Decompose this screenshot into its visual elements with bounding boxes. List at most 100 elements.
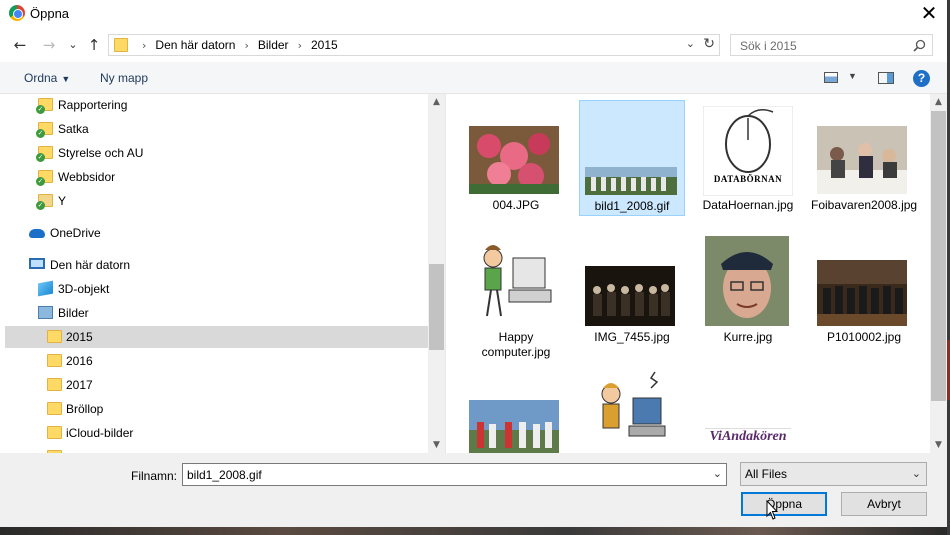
filename-value: bild1_2008.gif bbox=[187, 468, 262, 482]
scrollbar-thumb[interactable] bbox=[429, 264, 444, 350]
photo-thumbnail-roses bbox=[469, 126, 559, 194]
search-input[interactable]: Sök i 2015 bbox=[730, 34, 933, 56]
sidebar-item-label: Webbsidor bbox=[58, 170, 116, 184]
organize-button[interactable]: Ordna ▼ bbox=[24, 71, 70, 85]
thumbnail-text: ViAndakören bbox=[709, 429, 787, 444]
file-name: bild1_2008.gif bbox=[594, 199, 670, 213]
file-type-select[interactable]: All Files ⌄ bbox=[740, 462, 927, 486]
file-item-selected[interactable]: bild1_2008.gif bbox=[579, 100, 685, 216]
computer-icon bbox=[29, 258, 45, 269]
sidebar-item-2015[interactable]: 2015 bbox=[5, 326, 429, 348]
sidebar-item-3d-objekt[interactable]: 3D-objekt bbox=[5, 278, 429, 300]
scrollbar-thumb[interactable] bbox=[931, 111, 946, 401]
back-arrow-icon[interactable]: ← bbox=[11, 36, 29, 54]
sidebar-item-bilder[interactable]: Bilder bbox=[5, 302, 429, 324]
sidebar-item-webbsidor[interactable]: Webbsidor bbox=[5, 166, 429, 188]
breadcrumb-separator: › bbox=[142, 38, 147, 52]
preview-pane-icon[interactable] bbox=[878, 72, 894, 84]
sidebar-item-y[interactable]: Y bbox=[5, 190, 429, 212]
navigation-pane[interactable]: Rapportering Satka Styrelse och AU Webbs… bbox=[5, 94, 445, 453]
sidebar-item-styrelse-och-au[interactable]: Styrelse och AU bbox=[5, 142, 429, 164]
chevron-down-icon[interactable]: ⌄ bbox=[713, 467, 722, 480]
photo-thumbnail-portrait bbox=[705, 236, 789, 326]
open-button[interactable]: Öppna bbox=[741, 492, 827, 516]
file-item[interactable]: IMG_7455.jpg bbox=[579, 232, 685, 344]
sidebar-item-icloud-bilder[interactable]: iCloud-bilder bbox=[5, 422, 429, 444]
close-button[interactable]: ✕ bbox=[916, 2, 942, 24]
logo-thumbnail: ViAndakören bbox=[705, 428, 791, 453]
sidebar-item-den-har-datorn[interactable]: Den här datorn bbox=[5, 254, 429, 276]
file-item[interactable]: 004.JPG bbox=[463, 100, 569, 212]
sidebar-item-label: OneDrive bbox=[50, 226, 101, 240]
scroll-up-icon[interactable]: ▲ bbox=[428, 94, 445, 110]
caret-down-icon[interactable]: ▼ bbox=[848, 71, 857, 81]
pictures-icon bbox=[38, 306, 53, 319]
sidebar-item-rapportering[interactable]: Rapportering bbox=[5, 94, 429, 116]
scroll-up-icon[interactable]: ▲ bbox=[930, 94, 947, 110]
caret-down-icon: ▼ bbox=[61, 74, 71, 84]
scroll-down-icon[interactable]: ▼ bbox=[428, 437, 445, 453]
folder-icon bbox=[47, 426, 62, 439]
recent-locations-chevron-icon[interactable]: ⌄ bbox=[64, 36, 82, 54]
file-grid-scrollbar[interactable]: ▲ ▼ bbox=[930, 94, 947, 453]
sidebar-item-label: Satka bbox=[58, 122, 89, 136]
onedrive-icon bbox=[29, 229, 45, 238]
filename-input[interactable]: bild1_2008.gif ⌄ bbox=[182, 463, 727, 486]
sidebar-item-2017[interactable]: 2017 bbox=[5, 374, 429, 396]
breadcrumb-bilder[interactable]: Bilder bbox=[258, 38, 289, 52]
sidebar-item-onedrive[interactable]: OneDrive bbox=[5, 222, 429, 244]
thumbnail-text: DATABÖRNAN bbox=[713, 174, 783, 184]
sidebar-item-2016[interactable]: 2016 bbox=[5, 350, 429, 372]
file-name: IMG_7455.jpg bbox=[594, 330, 670, 344]
file-item[interactable] bbox=[579, 364, 685, 453]
file-item[interactable]: Kurre.jpg bbox=[695, 232, 801, 344]
search-placeholder: Sök i 2015 bbox=[740, 39, 797, 53]
file-item[interactable]: Foibavaren2008.jpg bbox=[811, 100, 917, 228]
chevron-down-icon[interactable]: ⌄ bbox=[686, 37, 695, 50]
file-name: Kurre.jpg bbox=[723, 330, 773, 344]
view-options-icon[interactable] bbox=[824, 72, 838, 83]
title-bar: Öppna ✕ bbox=[0, 0, 950, 28]
folder-sync-icon bbox=[36, 122, 53, 138]
filename-label: Filnamn: bbox=[131, 469, 178, 483]
breadcrumb-2015[interactable]: 2015 bbox=[311, 38, 338, 52]
breadcrumb-separator: › bbox=[244, 38, 249, 52]
photo-thumbnail-group bbox=[585, 167, 677, 195]
chrome-icon bbox=[9, 5, 25, 21]
chevron-down-icon[interactable]: ⌄ bbox=[912, 467, 921, 480]
file-name: DataHoernan.jpg bbox=[702, 198, 794, 212]
sidebar-item-label: 2017 bbox=[66, 378, 93, 392]
cartoon-thumbnail-frustrated bbox=[589, 368, 671, 453]
sidebar-item-label: iCloud-bilder bbox=[66, 426, 134, 440]
sidebar-item-satka[interactable]: Satka bbox=[5, 118, 429, 140]
cancel-button[interactable]: Avbryt bbox=[841, 492, 927, 516]
navigation-scrollbar[interactable]: ▲ ▼ bbox=[428, 94, 445, 453]
photo-thumbnail-choir bbox=[585, 266, 675, 326]
organize-label: Ordna bbox=[24, 71, 58, 85]
file-grid[interactable]: 004.JPG bild1_2008.gif DATABÖRNAN DataHo… bbox=[446, 94, 930, 453]
file-item[interactable] bbox=[463, 364, 569, 453]
address-bar[interactable]: › Den här datorn › Bilder › 2015 ⌄ ↻ bbox=[108, 34, 720, 56]
sidebar-item-partial[interactable] bbox=[5, 446, 429, 453]
folder-sync-icon bbox=[36, 170, 53, 186]
breadcrumb-den-har-datorn[interactable]: Den här datorn bbox=[155, 38, 235, 52]
scroll-down-icon[interactable]: ▼ bbox=[930, 437, 947, 453]
file-item[interactable]: P1010002.jpg bbox=[811, 232, 917, 344]
file-item[interactable]: DATABÖRNAN DataHoernan.jpg bbox=[695, 100, 801, 212]
file-item[interactable]: ViAndakören bbox=[695, 364, 801, 453]
cartoon-thumbnail-computer bbox=[469, 236, 559, 326]
breadcrumb-separator: › bbox=[297, 38, 302, 52]
help-icon[interactable]: ? bbox=[913, 70, 930, 87]
sidebar-item-brollop[interactable]: Bröllop bbox=[5, 398, 429, 420]
file-item[interactable]: Happy computer.jpg bbox=[463, 232, 569, 360]
sidebar-item-label: Y bbox=[58, 194, 67, 208]
file-name: Foibavaren2008.jpg bbox=[811, 198, 918, 212]
forward-arrow-icon[interactable]: → bbox=[40, 36, 58, 54]
new-folder-button[interactable]: Ny mapp bbox=[100, 71, 148, 85]
refresh-icon[interactable]: ↻ bbox=[703, 36, 715, 52]
folder-sync-icon bbox=[36, 98, 53, 114]
folder-icon bbox=[47, 378, 62, 391]
up-arrow-icon[interactable]: ↑ bbox=[85, 36, 103, 54]
photo-thumbnail-outdoor-group bbox=[469, 400, 559, 453]
search-icon[interactable] bbox=[913, 39, 926, 52]
